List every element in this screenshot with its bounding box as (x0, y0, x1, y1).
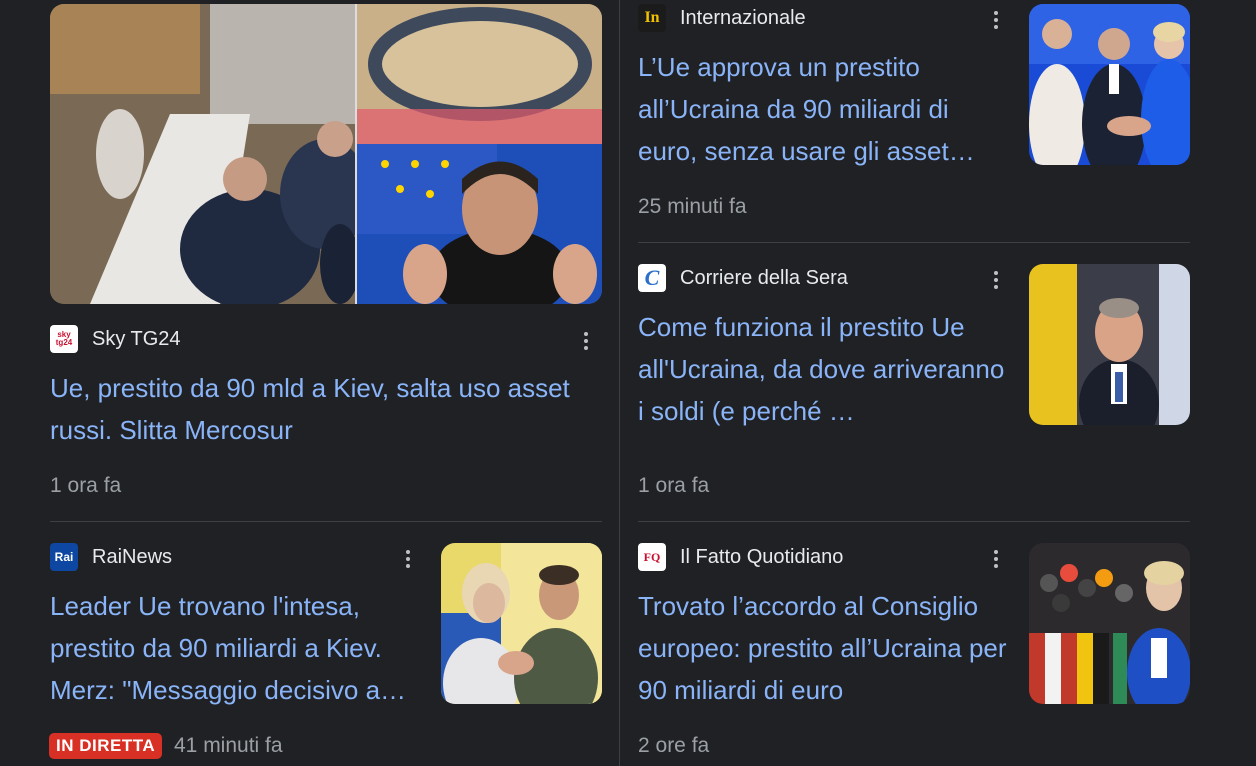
article-source-rainews[interactable]: Rai RaiNews (50, 543, 172, 571)
article-source-corriere-della-sera[interactable]: C Corriere della Sera (638, 264, 848, 292)
article-source-il-fatto-quotidiano[interactable]: FQ Il Fatto Quotidiano (638, 543, 843, 571)
more-options-icon[interactable] (984, 545, 1008, 573)
article-timestamp: 1 ora fa (638, 474, 710, 497)
article-image-internazionale[interactable] (1029, 4, 1190, 165)
article-source-internazionale[interactable]: In Internazionale (638, 4, 806, 32)
more-options-icon[interactable] (984, 266, 1008, 294)
internazionale-logo-icon: In (638, 4, 666, 32)
article-timestamp: 41 minuti fa (174, 734, 283, 757)
article-timestamp: 1 ora fa (50, 474, 122, 497)
row-divider (638, 521, 1190, 522)
article-headline[interactable]: Leader Ue trovano l'intesa, prestito da … (50, 585, 425, 711)
source-name: Il Fatto Quotidiano (680, 545, 844, 568)
article-image-corriere[interactable] (1029, 264, 1190, 425)
article-headline[interactable]: Ue, prestito da 90 mld a Kiev, salta uso… (50, 367, 610, 451)
column-divider (619, 0, 620, 766)
article-image-sky-tg24[interactable] (50, 4, 602, 304)
article-headline[interactable]: Trovato l’accordo al Consiglio europeo: … (638, 585, 1013, 711)
live-badge: IN DIRETTA (49, 733, 163, 759)
article-timestamp: 2 ore fa (638, 734, 710, 757)
row-divider (638, 242, 1190, 243)
article-headline[interactable]: L’Ue approva un prestito all’Ucraina da … (638, 46, 1008, 172)
more-options-icon[interactable] (574, 327, 598, 355)
corriere-logo-icon: C (638, 264, 666, 292)
source-name: Sky TG24 (92, 327, 181, 350)
sky-tg24-logo-icon: sky tg24 (50, 325, 78, 353)
rainews-logo-icon: Rai (50, 543, 78, 571)
article-headline[interactable]: Come funziona il prestito Ue all'Ucraina… (638, 306, 1013, 432)
more-options-icon[interactable] (984, 6, 1008, 34)
source-name: RaiNews (92, 545, 173, 568)
article-image-rainews[interactable] (441, 543, 602, 704)
article-image-il-fatto-quotidiano[interactable] (1029, 543, 1190, 704)
il-fatto-quotidiano-logo-icon: FQ (638, 543, 666, 571)
source-name: Corriere della Sera (680, 266, 848, 289)
article-timestamp: 25 minuti fa (638, 195, 747, 218)
source-name: Internazionale (680, 6, 806, 29)
row-divider (50, 521, 602, 522)
more-options-icon[interactable] (396, 545, 420, 573)
article-source-sky-tg24[interactable]: sky tg24 Sky TG24 (50, 325, 181, 353)
